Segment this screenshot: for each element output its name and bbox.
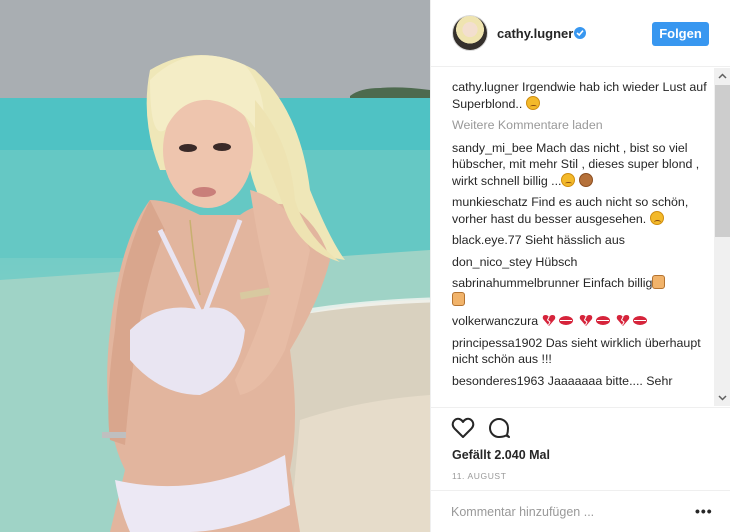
comment-text: Hübsch [535,254,578,269]
scroll-down-icon[interactable] [714,389,730,406]
comment-username[interactable]: volkerwanczura [452,314,538,328]
comment-username[interactable]: don_nico_stey [452,255,532,269]
post-sidebar: cathy.lugner Folgen cathy.lugner Irgendw… [430,0,730,532]
comment-username[interactable]: sandy_mi_bee [452,141,533,155]
list-item: don_nico_stey Hübsch [452,254,710,271]
comment-text: Einfach billig [582,276,653,290]
comments-list[interactable]: cathy.lugner Irgendwie hab ich wieder Lu… [431,68,730,408]
confused-face-icon [525,95,540,110]
caption: cathy.lugner Irgendwie hab ich wieder Lu… [452,79,710,112]
add-comment-bar: ••• [431,490,730,532]
sad-face-icon [649,210,664,225]
photo-illustration [0,0,430,532]
avatar[interactable] [452,15,488,51]
comment-username[interactable]: munkieschatz [452,195,528,209]
scrollbar-thumb[interactable] [715,85,730,237]
comments-scrollbar[interactable] [714,68,730,406]
post-actions: Gefällt 2.040 Mal 11. AUGUST [431,407,730,497]
list-item: sandy_mi_bee Mach das nicht , bist so vi… [452,140,710,190]
follow-button[interactable]: Folgen [652,22,709,46]
scroll-up-icon[interactable] [714,68,730,85]
verified-badge-icon [574,27,586,39]
list-item: principessa1902 Das sieht wirklich überh… [452,335,710,368]
broken-heart-lips-icon [542,315,647,326]
comment-text: Sieht hässlich aus [525,233,625,247]
comment-text: Jaaaaaaa bitte.... Sehr [547,373,673,388]
post-photo[interactable] [0,0,430,532]
confused-face-icon [561,172,576,187]
load-more-comments-link[interactable]: Weitere Kommentare laden [452,117,710,134]
list-item: volkerwanczura [452,313,710,330]
list-item: sabrinahummelbrunner Einfach billig [452,275,710,308]
list-item: besonderes1963 Jaaaaaaa bitte.... Sehr [452,373,710,390]
username-link[interactable]: cathy.lugner [497,26,573,41]
see-no-evil-monkey-icon [578,172,593,187]
heart-icon[interactable] [451,416,475,440]
comment-username[interactable]: principessa1902 [452,336,542,350]
likes-count[interactable]: Gefällt 2.040 Mal [452,448,550,462]
thumbs-down-icon [452,291,465,306]
list-item: munkieschatz Find es auch nicht so schön… [452,194,710,227]
post-date: 11. AUGUST [452,471,507,481]
more-options-icon[interactable]: ••• [695,503,713,519]
heart-lips-emoji-row [542,314,660,328]
comment-username[interactable]: sabrinahummelbrunner [452,276,579,290]
add-comment-input[interactable] [451,503,681,521]
caption-username[interactable]: cathy.lugner [452,80,519,94]
comment-username[interactable]: besonderes1963 [452,374,544,388]
comment-username[interactable]: black.eye.77 [452,233,522,247]
thumbs-down-icon [652,275,666,289]
comment-icon[interactable] [487,416,511,440]
list-item: black.eye.77 Sieht hässlich aus [452,232,710,249]
post-header: cathy.lugner Folgen [431,0,730,67]
